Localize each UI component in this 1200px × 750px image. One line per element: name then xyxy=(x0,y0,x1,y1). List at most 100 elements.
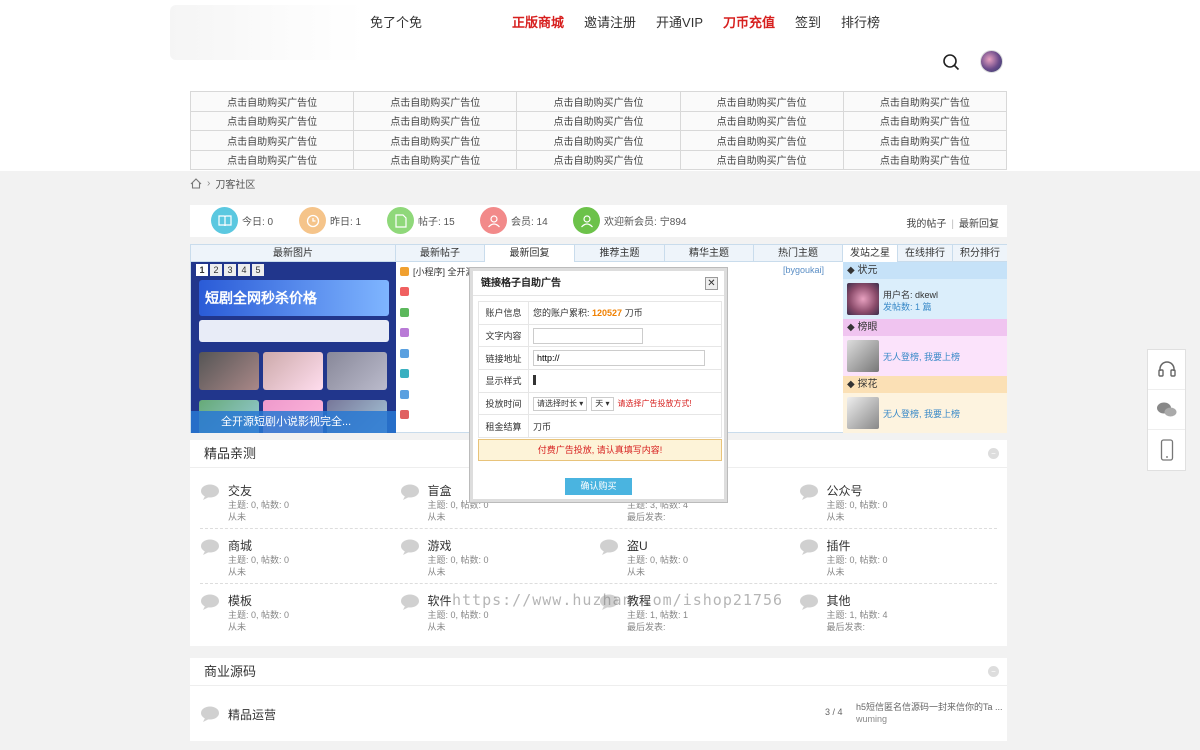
forum-name[interactable]: 游戏 xyxy=(428,537,452,554)
post-author-link[interactable]: [bygoukai] xyxy=(783,265,824,275)
ad-slot[interactable]: 点击自助购买广告位 xyxy=(679,110,844,131)
forum-name[interactable]: 软件 xyxy=(428,592,452,609)
forum-name[interactable]: 商城 xyxy=(228,537,252,554)
unit-select[interactable]: 天 ▾ xyxy=(591,396,614,411)
list-item[interactable] xyxy=(400,327,413,339)
tab-latest-images[interactable]: 最新图片 xyxy=(191,245,396,262)
ad-slot[interactable]: 点击自助购买广告位 xyxy=(516,130,681,151)
ad-slot[interactable]: 点击自助购买广告位 xyxy=(189,91,355,112)
forum-item[interactable]: 盗U 主题: 0, 帖数: 0 从未 xyxy=(589,535,789,583)
slider-page-2[interactable]: 2 xyxy=(210,264,222,276)
ad-slot[interactable]: 点击自助购买广告位 xyxy=(516,110,681,131)
list-item[interactable] xyxy=(400,388,413,400)
avatar[interactable] xyxy=(847,283,879,315)
tab-recommended[interactable]: 推荐主题 xyxy=(575,245,665,262)
tab-featured[interactable]: 精华主题 xyxy=(665,245,754,262)
collapse-icon[interactable]: − xyxy=(988,666,999,677)
ad-slot[interactable]: 点击自助购买广告位 xyxy=(353,91,518,112)
forum-bubble-icon xyxy=(400,539,419,555)
ad-text-input[interactable] xyxy=(533,327,643,344)
tab-latest-reply[interactable]: 最新回复 xyxy=(485,245,575,262)
my-posts-link[interactable]: 我的帖子 xyxy=(906,219,946,230)
list-item[interactable] xyxy=(400,409,413,421)
list-item[interactable] xyxy=(400,306,413,318)
tab-latest-posts[interactable]: 最新帖子 xyxy=(396,245,485,262)
ad-link-input[interactable] xyxy=(533,350,705,367)
forum-item[interactable]: 公众号 主题: 0, 帖数: 0 从未 xyxy=(789,480,989,528)
forum-item[interactable]: 游戏 主题: 0, 帖数: 0 从未 xyxy=(390,535,590,583)
forum-item[interactable]: 其他 主题: 1, 帖数: 4 最后发表: xyxy=(789,590,989,638)
wechat-button[interactable] xyxy=(1148,390,1185,430)
tab-points-rank[interactable]: 积分排行 xyxy=(953,245,1007,262)
rank-empty-link[interactable]: 无人登榜, 我要上榜 xyxy=(883,407,960,420)
ad-slot[interactable]: 点击自助购买广告位 xyxy=(679,130,844,151)
forum-item[interactable]: 模板 主题: 0, 帖数: 0 从未 xyxy=(190,590,390,638)
list-item[interactable] xyxy=(400,368,413,380)
ad-slot[interactable]: 点击自助购买广告位 xyxy=(679,91,844,112)
home-icon[interactable] xyxy=(190,178,202,189)
search-icon[interactable] xyxy=(942,53,960,71)
ad-slot[interactable]: 点击自助购买广告位 xyxy=(842,130,1008,151)
slider-page-3[interactable]: 3 xyxy=(224,264,236,276)
forum-name[interactable]: 盲盒 xyxy=(428,482,452,499)
user-avatar[interactable] xyxy=(980,50,1003,73)
ad-slot[interactable]: 点击自助购买广告位 xyxy=(679,149,844,170)
newest-member-link[interactable]: 宁894 xyxy=(660,213,687,228)
slider-page-4[interactable]: 4 xyxy=(238,264,250,276)
slider-page-1[interactable]: 1 xyxy=(196,264,208,276)
forum-name[interactable]: 公众号 xyxy=(827,482,863,499)
ad-slot[interactable]: 点击自助购买广告位 xyxy=(842,110,1008,131)
close-icon[interactable]: ✕ xyxy=(705,277,718,290)
last-post-author[interactable]: wuming xyxy=(856,714,887,724)
ad-slot[interactable]: 点击自助购买广告位 xyxy=(353,130,518,151)
section-title[interactable]: 精品亲测 xyxy=(204,446,256,461)
list-item[interactable] xyxy=(400,286,413,298)
ad-slot[interactable]: 点击自助购买广告位 xyxy=(189,149,355,170)
nav-item-vip[interactable]: 开通VIP xyxy=(646,14,713,32)
tab-online-rank[interactable]: 在线排行 xyxy=(898,245,953,262)
forum-name[interactable]: 盗U xyxy=(627,537,648,554)
ad-slot[interactable]: 点击自助购买广告位 xyxy=(842,149,1008,170)
mobile-button[interactable] xyxy=(1148,430,1185,470)
ad-slot[interactable]: 点击自助购买广告位 xyxy=(516,91,681,112)
breadcrumb-current[interactable]: 刀客社区 xyxy=(215,176,255,191)
customer-service-button[interactable] xyxy=(1148,350,1185,390)
image-slider[interactable]: 1 2 3 4 5 短剧全网秒杀价格 全开源短剧小说影视完全... xyxy=(191,262,396,433)
ad-slot[interactable]: 点击自助购买广告位 xyxy=(189,110,355,131)
ad-slot[interactable]: 点击自助购买广告位 xyxy=(516,149,681,170)
site-logo[interactable] xyxy=(170,5,365,60)
forum-name[interactable]: 模板 xyxy=(228,592,252,609)
ad-slot[interactable]: 点击自助购买广告位 xyxy=(842,91,1008,112)
ad-slot[interactable]: 点击自助购买广告位 xyxy=(189,130,355,151)
forum-item[interactable]: 精品运营 xyxy=(190,702,390,750)
slider-caption[interactable]: 全开源短剧小说影视完全... xyxy=(191,411,396,433)
forum-item[interactable]: 插件 主题: 0, 帖数: 0 从未 xyxy=(789,535,989,583)
section-title[interactable]: 商业源码 xyxy=(204,664,256,679)
tab-king-posts[interactable]: 发站之星 xyxy=(843,245,898,262)
nav-item-invite[interactable]: 邀请注册 xyxy=(574,14,646,32)
collapse-icon[interactable]: − xyxy=(988,448,999,459)
ad-slot[interactable]: 点击自助购买广告位 xyxy=(353,110,518,131)
avatar[interactable] xyxy=(847,340,879,372)
tab-hot[interactable]: 热门主题 xyxy=(754,245,843,262)
style-picker[interactable] xyxy=(533,374,536,385)
confirm-purchase-button[interactable]: 确认购买 xyxy=(565,478,632,495)
duration-select[interactable]: 请选择时长 ▾ xyxy=(533,396,588,411)
forum-name[interactable]: 其他 xyxy=(827,592,851,609)
nav-item-shop[interactable]: 正版商城 xyxy=(502,14,574,32)
forum-name[interactable]: 插件 xyxy=(827,537,851,554)
avatar[interactable] xyxy=(847,397,879,429)
ad-slot[interactable]: 点击自助购买广告位 xyxy=(353,149,518,170)
nav-item-rank[interactable]: 排行榜 xyxy=(831,14,890,32)
list-item[interactable] xyxy=(400,347,413,359)
latest-reply-link[interactable]: 最新回复 xyxy=(959,219,999,230)
slider-page-5[interactable]: 5 xyxy=(252,264,264,276)
nav-item-recharge[interactable]: 刀币充值 xyxy=(713,14,785,32)
rank-empty-link[interactable]: 无人登榜, 我要上榜 xyxy=(883,350,960,363)
forum-item[interactable]: 交友 主题: 0, 帖数: 0 从未 xyxy=(190,480,390,528)
nav-item-signin[interactable]: 签到 xyxy=(785,14,831,32)
last-post-link[interactable]: h5短信匿名信源码一封来信你的Ta ... xyxy=(856,700,1003,713)
forum-name[interactable]: 交友 xyxy=(228,482,252,499)
forum-item[interactable]: 商城 主题: 0, 帖数: 0 从未 xyxy=(190,535,390,583)
nav-item-mian[interactable]: 免了个免 xyxy=(360,14,432,32)
